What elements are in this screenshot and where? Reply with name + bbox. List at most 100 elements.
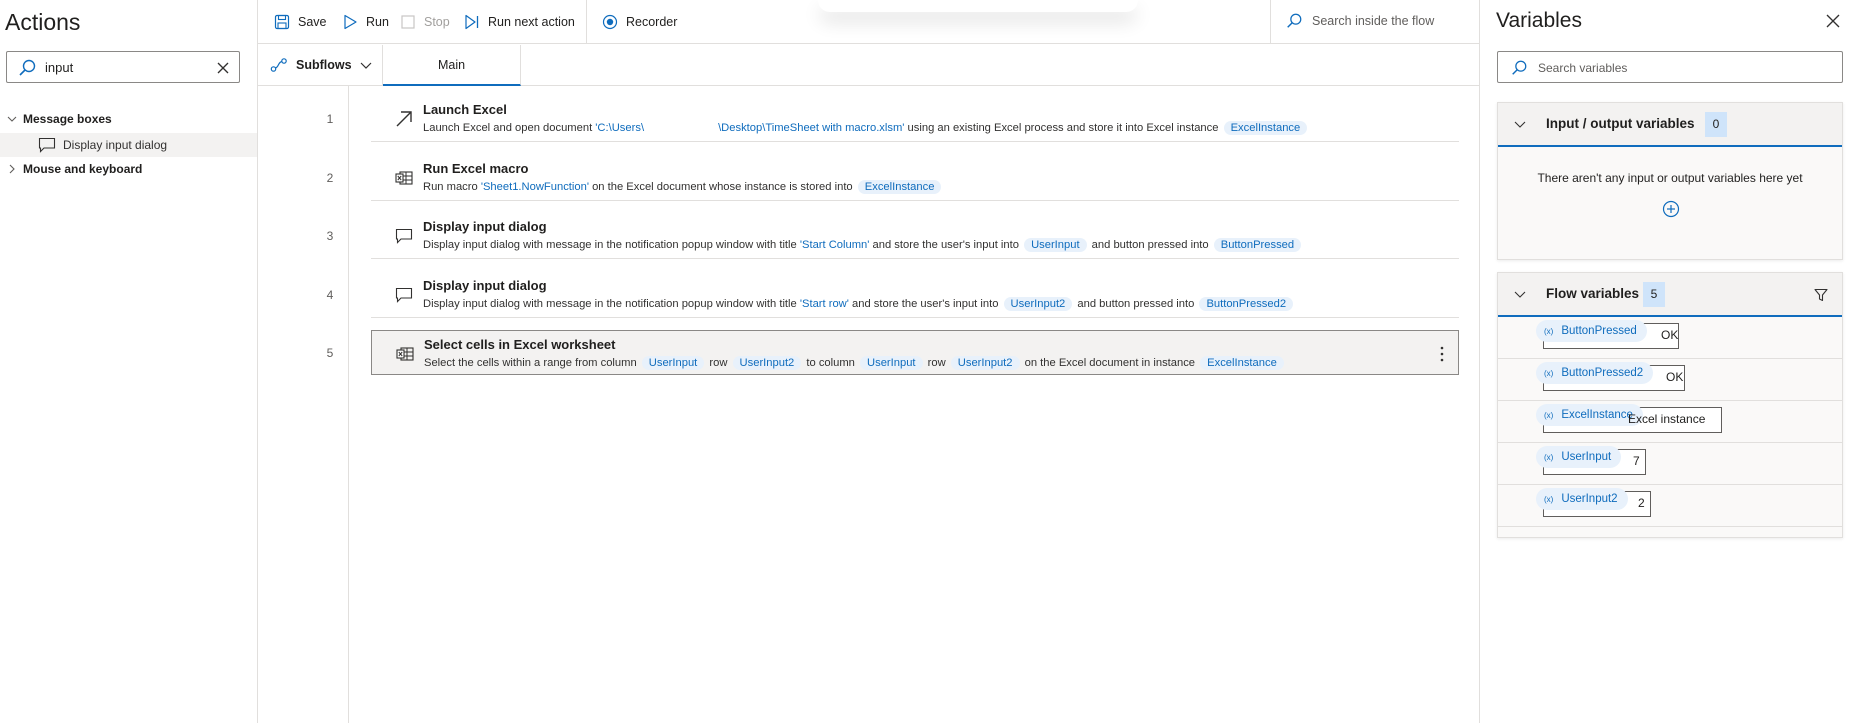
variable-name: ButtonPressed <box>1561 325 1637 337</box>
variable-token[interactable]: ButtonPressed2 <box>1199 297 1294 311</box>
variable-chip[interactable]: (x) ButtonPressed2 <box>1536 362 1654 384</box>
subflows-label: Subflows <box>296 58 352 72</box>
filter-icon[interactable] <box>1814 288 1828 302</box>
chevron-down-icon <box>1514 291 1526 298</box>
run-next-icon <box>465 14 479 30</box>
variable-token[interactable]: ExcelInstance <box>857 180 942 194</box>
variable-token[interactable]: ExcelInstance <box>1200 356 1284 370</box>
variables-pane: Variables Search variables Input / outpu… <box>1479 0 1864 723</box>
variable-value: OK <box>1661 328 1679 342</box>
run-next-action-button[interactable]: Run next action <box>464 12 575 32</box>
flow-step-run-excel-macro[interactable]: Run Excel macro Run macro 'Sheet1.NowFun… <box>371 155 1459 201</box>
variable-chip[interactable]: (x) ButtonPressed <box>1536 320 1647 342</box>
tree-group-label: Mouse and keyboard <box>23 162 143 176</box>
message-box-icon <box>395 287 413 303</box>
save-button[interactable]: Save <box>274 12 327 32</box>
variable-token[interactable]: UserInput <box>1024 238 1087 252</box>
close-icon[interactable] <box>1826 14 1840 28</box>
step-description: Display input dialog with message in the… <box>423 238 1303 252</box>
flow-variable-row[interactable]: (x) ExcelInstance Excel instance <box>1498 401 1842 443</box>
clear-search-icon[interactable] <box>213 58 233 78</box>
variable-chip[interactable]: (x) ExcelInstance <box>1536 404 1643 426</box>
variable-glyph: (x) <box>1544 494 1554 504</box>
message-box-icon <box>38 137 56 153</box>
chevron-down-icon <box>360 62 371 69</box>
actions-tree: Message boxes Display input dialog Mouse… <box>0 110 257 180</box>
toolbar-shadow <box>818 0 1138 12</box>
variable-token[interactable]: UserInput <box>641 356 705 370</box>
stop-icon <box>401 15 415 29</box>
search-icon <box>1512 60 1527 75</box>
step-description: Display input dialog with message in the… <box>423 297 1295 311</box>
actions-title: Actions <box>5 9 81 35</box>
step-number: 4 <box>326 288 334 302</box>
flow-variables-header[interactable]: Flow variables 5 <box>1498 273 1842 317</box>
step-title: Display input dialog <box>423 219 547 234</box>
save-label: Save <box>298 15 327 29</box>
io-variables-header[interactable]: Input / output variables 0 <box>1498 103 1842 147</box>
run-label: Run <box>366 15 389 29</box>
search-icon <box>19 59 36 76</box>
tree-group-mouse-keyboard[interactable]: Mouse and keyboard <box>0 160 257 180</box>
stop-label: Stop <box>424 15 450 29</box>
io-empty-message: There aren't any input or output variabl… <box>1537 171 1803 185</box>
more-options-icon[interactable] <box>1440 345 1444 363</box>
stop-button[interactable]: Stop <box>400 12 450 32</box>
flow-step-display-input-dialog[interactable]: Display input dialog Display input dialo… <box>371 272 1459 318</box>
variables-search-placeholder: Search variables <box>1538 61 1628 75</box>
variable-token[interactable]: UserInput2 <box>732 356 802 370</box>
chevron-down-icon <box>1514 121 1526 128</box>
variable-token[interactable]: UserInput2 <box>1003 297 1073 311</box>
variables-title: Variables <box>1496 9 1582 32</box>
step-number: 2 <box>326 171 334 185</box>
flow-variable-row[interactable]: (x) ButtonPressed2 OK <box>1498 359 1842 401</box>
flow-variable-row[interactable]: (x) UserInput2 2 <box>1498 485 1842 527</box>
step-title: Display input dialog <box>423 278 547 293</box>
recorder-label: Recorder <box>626 15 678 29</box>
toolbar-divider <box>586 0 587 44</box>
actions-pane: Actions input Message boxes Display inpu… <box>0 0 258 723</box>
step-number: 5 <box>326 346 334 360</box>
tab-main[interactable]: Main <box>383 45 521 86</box>
run-next-label: Run next action <box>488 15 575 29</box>
run-button[interactable]: Run <box>342 12 389 32</box>
tree-item-label: Display input dialog <box>63 138 168 152</box>
variable-value: OK <box>1666 370 1684 384</box>
add-variable-icon[interactable] <box>1662 200 1680 218</box>
flow-variables-title: Flow variables <box>1546 286 1640 301</box>
tree-group-message-boxes[interactable]: Message boxes <box>0 110 257 130</box>
tab-main-label: Main <box>437 58 466 72</box>
variable-name: UserInput2 <box>1561 493 1618 505</box>
variables-search-input[interactable]: Search variables <box>1497 51 1843 83</box>
tree-item-display-input-dialog[interactable]: Display input dialog <box>0 133 257 157</box>
variable-name: ExcelInstance <box>1561 409 1633 421</box>
subflows-icon <box>270 58 287 72</box>
flow-variables-card: Flow variables 5 (x) ButtonPressed OK (x)… <box>1497 272 1843 538</box>
variable-chip[interactable]: (x) UserInput2 <box>1536 488 1628 510</box>
variable-value: 7 <box>1633 454 1640 468</box>
flow-variable-row[interactable]: (x) UserInput 7 <box>1498 443 1842 485</box>
flow-search-input[interactable]: Search inside the flow <box>1285 12 1434 30</box>
flow-step-display-input-dialog[interactable]: Display input dialog Display input dialo… <box>371 213 1459 259</box>
variable-token[interactable]: ButtonPressed <box>1213 238 1302 252</box>
flow-step-select-cells[interactable]: Select cells in Excel worksheet Select t… <box>371 330 1459 375</box>
save-icon <box>274 14 290 30</box>
recorder-button[interactable]: Recorder <box>602 12 677 32</box>
variable-chip[interactable]: (x) UserInput <box>1536 446 1622 468</box>
variable-token[interactable]: UserInput <box>860 356 923 370</box>
variable-value: Excel instance <box>1628 412 1706 426</box>
step-number: 3 <box>326 229 334 243</box>
play-icon <box>344 14 357 30</box>
flow-step-launch-excel[interactable]: Launch Excel Launch Excel and open docum… <box>371 96 1459 142</box>
actions-search-input[interactable]: input <box>6 51 240 83</box>
step-description: Select the cells within a range from col… <box>424 356 1286 370</box>
variable-name: ButtonPressed2 <box>1561 367 1644 379</box>
flow-variable-row[interactable]: (x) ButtonPressed OK <box>1498 317 1842 359</box>
variable-token[interactable]: UserInput2 <box>950 356 1020 370</box>
io-variables-title: Input / output variables <box>1546 116 1695 131</box>
tab-bar: Subflows Main <box>258 45 1479 86</box>
chevron-right-icon <box>9 164 15 174</box>
variable-token[interactable]: ExcelInstance <box>1223 121 1308 135</box>
subflows-dropdown[interactable]: Subflows <box>270 57 372 73</box>
toolbar: Save Run Stop Run next action Recorder S… <box>258 0 1479 44</box>
